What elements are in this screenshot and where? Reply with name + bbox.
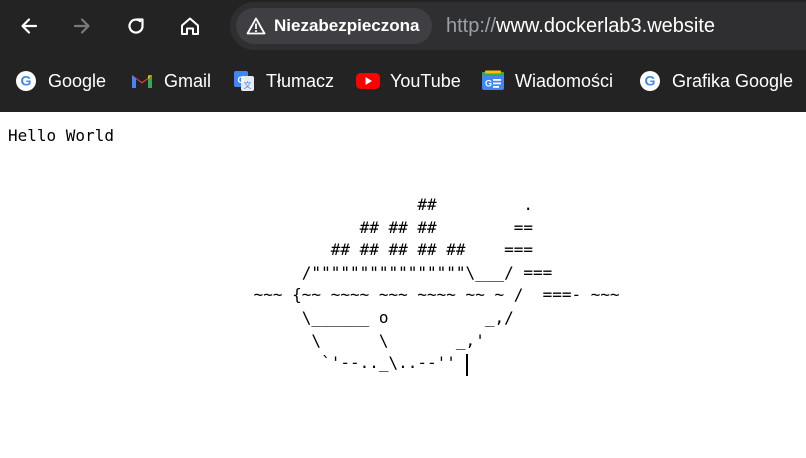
browser-toolbar: Niezabezpieczona http://www.dockerlab3.w… [0, 0, 806, 52]
bookmark-label: Wiadomości [515, 70, 614, 91]
url-scheme: http:// [446, 15, 497, 37]
svg-text:G: G [645, 73, 656, 89]
bookmark-label: Tłumacz [266, 70, 335, 91]
bookmarks-bar: G Google Gmail G 文 Tłumacz YouTube G Wia… [0, 58, 806, 104]
google-icon: G [638, 69, 662, 93]
forward-arrow-icon [73, 18, 90, 34]
gmail-icon [130, 69, 154, 93]
bookmark-label: Google [48, 70, 107, 91]
docker-whale-ascii-art: ## . ## ## ## == ## ## ## ## ## === /"""… [253, 195, 620, 373]
reload-button[interactable] [118, 8, 154, 44]
bookmark-youtube[interactable]: YouTube [356, 68, 461, 94]
reload-icon [128, 18, 144, 34]
address-bar[interactable]: Niezabezpieczona http://www.dockerlab3.w… [230, 2, 806, 50]
bookmark-news[interactable]: G Wiadomości [481, 68, 613, 94]
svg-text:G: G [21, 73, 32, 89]
bookmark-google-images[interactable]: G Grafika Google [638, 68, 793, 94]
warning-triangle-icon [246, 17, 266, 35]
translate-icon: G 文 [232, 69, 256, 93]
url-text[interactable]: http://www.dockerlab3.website [446, 15, 715, 38]
svg-text:文: 文 [244, 80, 252, 90]
text-cursor [466, 354, 468, 376]
browser-chrome: Niezabezpieczona http://www.dockerlab3.w… [0, 0, 806, 112]
page-content: Hello World ## . ## ## ## == ## ## ## ##… [0, 112, 806, 458]
forward-button[interactable] [64, 8, 100, 44]
bookmark-label: Grafika Google [672, 70, 794, 91]
youtube-icon [356, 69, 380, 93]
home-icon [181, 17, 199, 35]
back-arrow-icon [21, 18, 38, 34]
bookmark-gmail[interactable]: Gmail [130, 68, 211, 94]
google-icon: G [14, 69, 38, 93]
bookmark-label: YouTube [390, 70, 461, 91]
security-chip[interactable]: Niezabezpieczona [236, 8, 432, 44]
home-button[interactable] [172, 8, 208, 44]
bookmark-translate[interactable]: G 文 Tłumacz [232, 68, 334, 94]
svg-text:G: G [485, 79, 492, 89]
security-chip-label: Niezabezpieczona [274, 16, 420, 35]
url-host: www.dockerlab3.website [496, 15, 716, 37]
hello-world-text: Hello World [8, 126, 114, 145]
news-icon: G [481, 69, 505, 93]
bookmark-label: Gmail [164, 70, 212, 91]
back-button[interactable] [11, 8, 47, 44]
bookmark-google[interactable]: G Google [14, 68, 106, 94]
